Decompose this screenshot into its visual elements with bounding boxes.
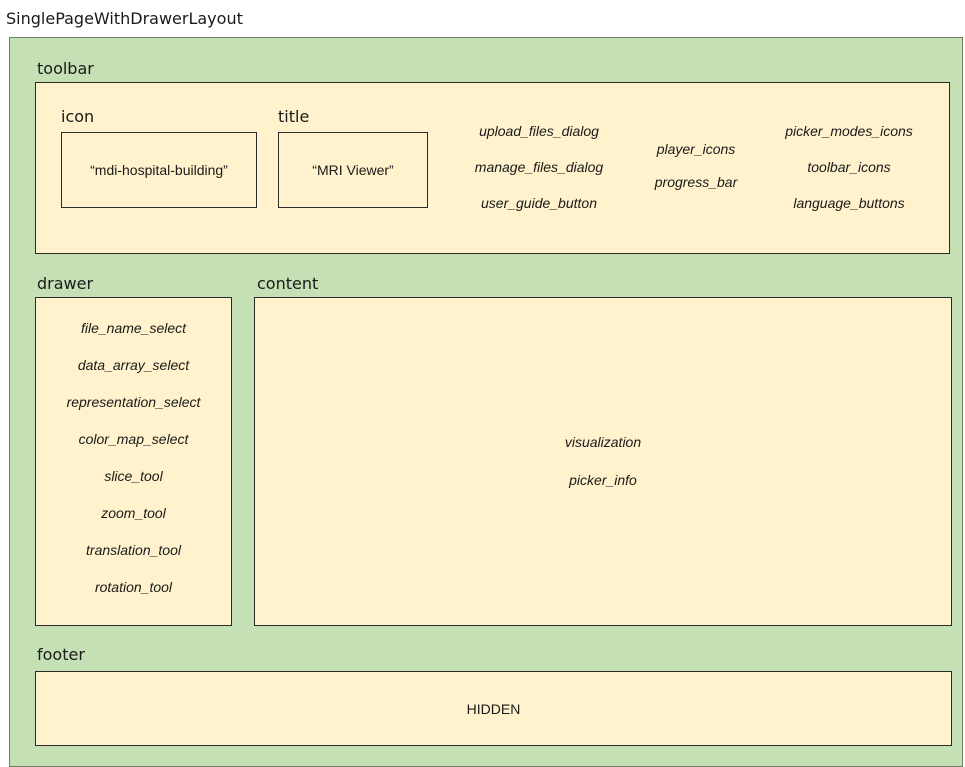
footer-status: HIDDEN (466, 700, 521, 717)
drawer-label: drawer (37, 274, 94, 293)
upload-files-dialog: upload_files_dialog (479, 123, 599, 139)
toolbar-panel: icon “mdi-hospital-building” title “MRI … (35, 82, 950, 254)
representation-select: representation_select (66, 394, 201, 410)
drawer-panel: file_name_select data_array_select repre… (35, 297, 232, 626)
icon-label: icon (61, 107, 95, 126)
toolbar-column-player: player_icons progress_bar (636, 141, 756, 190)
file-name-select: file_name_select (80, 320, 187, 336)
rotation-tool: rotation_tool (94, 579, 173, 595)
user-guide-button: user_guide_button (481, 195, 597, 211)
toolbar-column-dialogs: upload_files_dialog manage_files_dialog … (454, 123, 624, 211)
layout-title: SinglePageWithDrawerLayout (6, 9, 243, 28)
zoom-tool: zoom_tool (101, 505, 166, 521)
manage-files-dialog: manage_files_dialog (474, 159, 604, 175)
drawer-items: file_name_select data_array_select repre… (36, 320, 231, 595)
footer-panel: HIDDEN (35, 671, 952, 746)
picker-modes-icons: picker_modes_icons (785, 123, 913, 139)
toolbar-icons: toolbar_icons (807, 159, 891, 175)
color-map-select: color_map_select (78, 431, 189, 447)
title-box: “MRI Viewer” (278, 132, 428, 208)
content-items: visualization picker_info (255, 434, 951, 488)
data-array-select: data_array_select (77, 357, 190, 373)
footer-label: footer (37, 645, 85, 664)
title-label: title (278, 107, 310, 126)
content-panel: visualization picker_info (254, 297, 952, 626)
player-icons: player_icons (656, 141, 736, 157)
slice-tool: slice_tool (104, 468, 163, 484)
progress-bar: progress_bar (654, 174, 738, 190)
picker-info: picker_info (569, 472, 637, 488)
icon-box: “mdi-hospital-building” (61, 132, 257, 208)
content-label: content (257, 274, 319, 293)
layout-container: toolbar icon “mdi-hospital-building” tit… (9, 37, 963, 767)
language-buttons: language_buttons (793, 195, 905, 211)
visualization: visualization (564, 434, 642, 450)
toolbar-column-modes: picker_modes_icons toolbar_icons languag… (764, 123, 934, 211)
translation-tool: translation_tool (86, 542, 181, 558)
toolbar-label: toolbar (37, 59, 94, 78)
